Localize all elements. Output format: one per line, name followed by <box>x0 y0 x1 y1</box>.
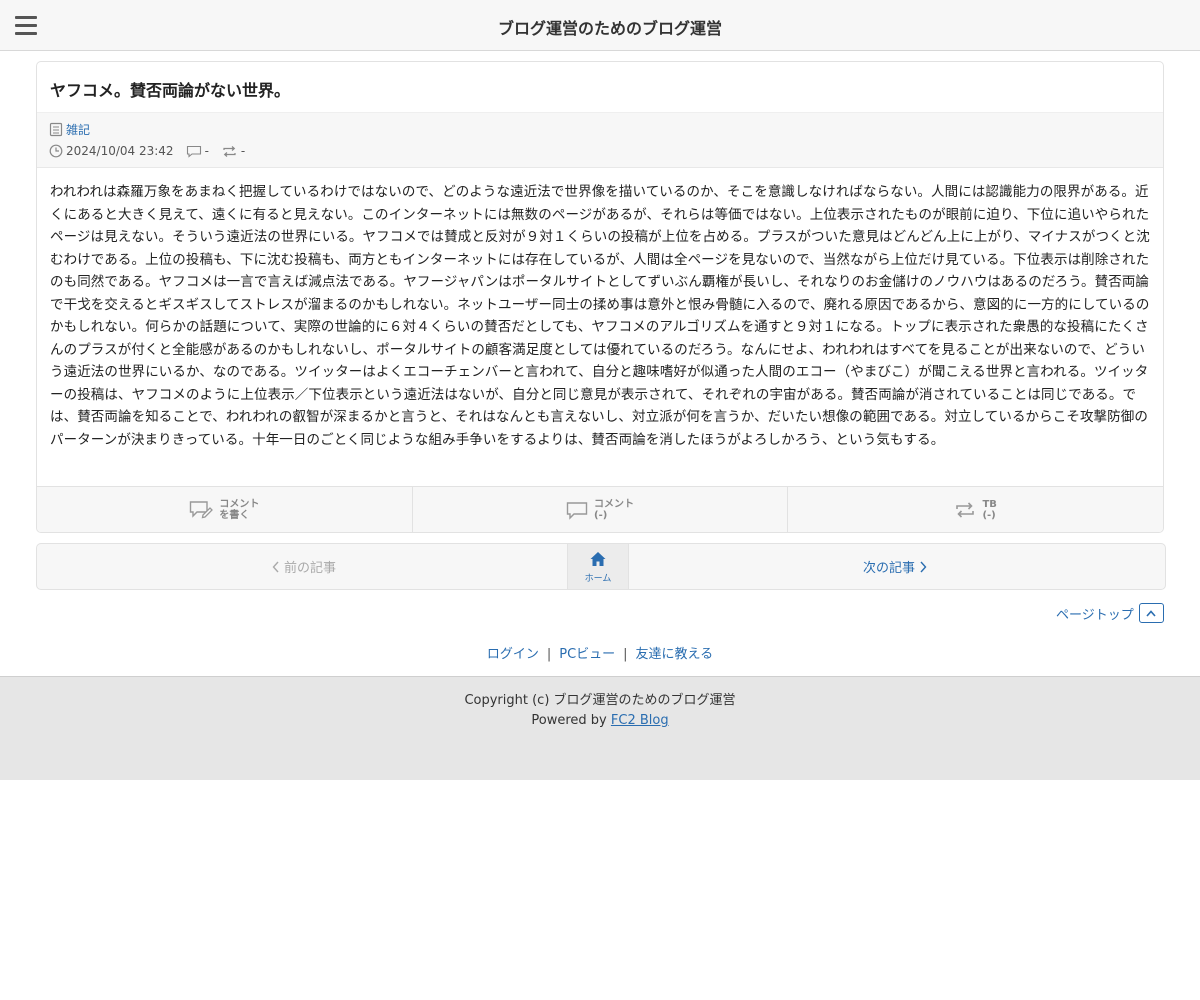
home-icon <box>590 552 606 566</box>
powered-by: Powered by FC2 Blog <box>0 713 1200 728</box>
top-bar: ブログ運営のためのブログ運営 <box>0 0 1200 51</box>
separator: | <box>546 647 552 662</box>
next-entry-button[interactable]: 次の記事 <box>629 544 1165 589</box>
chevron-left-icon <box>272 561 279 572</box>
trackback-line1: TB <box>982 499 997 510</box>
trackback-line2: (-) <box>982 510 996 521</box>
separator: | <box>623 647 628 662</box>
write-comment-line2: を書く <box>219 510 250 521</box>
chevron-right-icon <box>920 561 927 572</box>
entry-body: われわれは森羅万象をあまねく把握しているわけではないので、どのような遠近法で世界… <box>50 184 1150 448</box>
next-entry-label: 次の記事 <box>862 561 915 576</box>
pc-view-link[interactable]: PCビュー <box>559 647 615 662</box>
tell-friend-link[interactable]: 友達に教える <box>636 647 714 662</box>
copyright: Copyright (c) ブログ運営のためのブログ運営 <box>464 693 736 708</box>
comment-icon <box>186 145 201 158</box>
prev-entry-button[interactable]: 前の記事 <box>37 544 567 589</box>
page-top-label: ページトップ <box>1056 607 1134 623</box>
login-link[interactable]: ログイン <box>487 647 539 662</box>
home-button[interactable]: ホーム <box>567 544 629 589</box>
comments-button[interactable]: コメント (-) <box>413 487 789 532</box>
write-comment-icon <box>190 501 214 519</box>
trackback-count[interactable]: - <box>241 144 245 158</box>
footer-links: ログイン | PCビュー | 友達に教える <box>0 643 1200 662</box>
trackback-button[interactable]: TB (-) <box>788 487 1163 532</box>
entry-meta: 雑記 2024/10/04 23:42 - - <box>37 112 1163 168</box>
powered-prefix: Powered by <box>531 713 607 728</box>
home-label: ホーム <box>584 574 612 584</box>
prev-entry-label: 前の記事 <box>283 561 336 576</box>
category-link[interactable]: 雑記 <box>66 121 90 138</box>
page-top-button[interactable] <box>1138 603 1164 623</box>
chevron-up-icon <box>1146 609 1156 617</box>
page-top-link[interactable]: ページトップ <box>1056 603 1164 623</box>
entry-actions: コメント を書く コメント (-) TB (-) <box>37 486 1163 532</box>
footer: Copyright (c) ブログ運営のためのブログ運営 Powered by … <box>0 676 1200 780</box>
write-comment-line1: コメント <box>219 499 260 510</box>
entry-pager: 前の記事 ホーム 次の記事 <box>36 543 1166 590</box>
fc2-blog-link[interactable]: FC2 Blog <box>611 713 669 728</box>
trackback-action-icon <box>956 502 975 518</box>
entry-card: ヤフコメ。賛否両論がない世界。 雑記 2024/10/04 23:42 - - … <box>36 61 1164 533</box>
entry-title: ヤフコメ。賛否両論がない世界。 <box>50 81 291 100</box>
comment-bubble-icon <box>566 501 588 520</box>
write-comment-button[interactable]: コメント を書く <box>37 487 413 532</box>
site-title[interactable]: ブログ運営のためのブログ運営 <box>0 15 1200 39</box>
comments-line1: コメント <box>594 499 634 510</box>
category-icon <box>49 122 63 137</box>
comments-line2: (-) <box>594 510 608 521</box>
clock-icon <box>49 144 63 158</box>
comment-count[interactable]: - <box>205 144 209 158</box>
trackback-icon <box>223 145 236 157</box>
entry-datetime: 2024/10/04 23:42 <box>66 144 174 158</box>
